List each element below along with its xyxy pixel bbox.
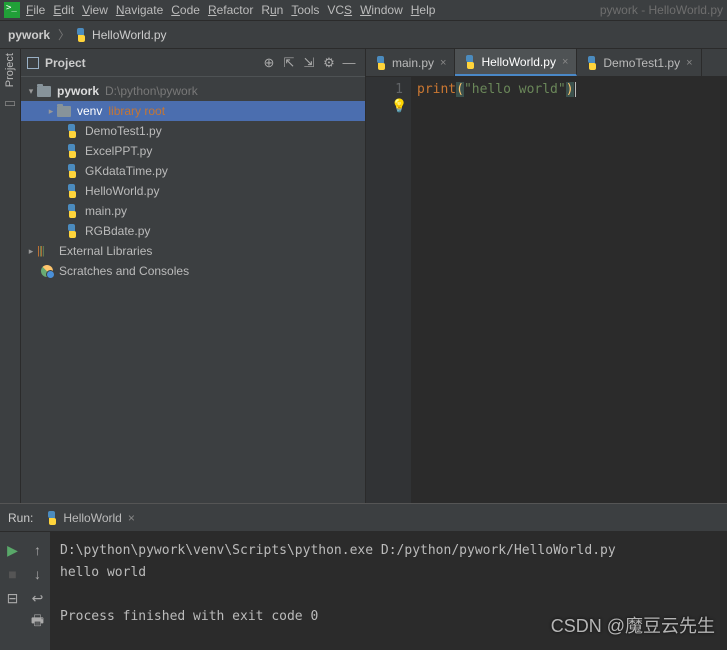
tree-file[interactable]: RGBdate.py xyxy=(21,221,365,241)
tree-venv-label: venv xyxy=(77,104,102,118)
scratches-icon xyxy=(41,265,53,277)
breadcrumb-separator: 〉 xyxy=(58,26,70,43)
run-header: Run: HelloWorld× xyxy=(0,504,727,532)
python-file-icon xyxy=(374,56,388,70)
layout-icon[interactable]: ⊟ xyxy=(7,586,19,610)
tree-root[interactable]: ▾ pywork D:\python\pywork xyxy=(21,81,365,101)
scroll-up-icon[interactable]: ↑ xyxy=(34,538,41,562)
breadcrumb-project[interactable]: pywork xyxy=(8,28,50,42)
code-text[interactable]: print("hello world") 💡 xyxy=(411,77,727,503)
chevron-right-icon[interactable]: ▸ xyxy=(45,106,57,117)
run-label: Run: xyxy=(8,511,33,525)
tab-demotest1[interactable]: DemoTest1.py× xyxy=(577,49,701,76)
close-icon[interactable]: × xyxy=(686,57,692,69)
project-tool-tab[interactable]: Project xyxy=(4,53,16,87)
editor-area: main.py× HelloWorld.py× DemoTest1.py× 1 … xyxy=(366,49,727,503)
close-icon[interactable]: × xyxy=(128,511,135,525)
python-file-icon xyxy=(65,184,79,198)
line-number[interactable]: 1 xyxy=(366,81,403,99)
console-line: D:\python\pywork\venv\Scripts\python.exe… xyxy=(60,540,717,562)
tree-file[interactable]: HelloWorld.py xyxy=(21,181,365,201)
tree-root-path: D:\python\pywork xyxy=(105,84,198,98)
text-caret xyxy=(575,82,576,97)
python-file-icon xyxy=(65,164,79,178)
collapse-all-icon[interactable]: ⇲ xyxy=(299,55,319,71)
tab-main[interactable]: main.py× xyxy=(366,49,455,76)
code-editor[interactable]: 1 print("hello world") 💡 xyxy=(366,77,727,503)
soft-wrap-icon[interactable]: ↩ xyxy=(32,586,44,610)
chevron-down-icon[interactable]: ▾ xyxy=(25,86,37,97)
chevron-right-icon[interactable]: ▸ xyxy=(25,246,37,257)
console-line: hello world xyxy=(60,562,717,584)
breadcrumb-file[interactable]: HelloWorld.py xyxy=(92,28,166,42)
tree-root-label: pywork xyxy=(57,84,99,98)
folder-icon xyxy=(37,86,51,97)
scroll-down-icon[interactable]: ↓ xyxy=(34,562,41,586)
tree-venv-hint: library root xyxy=(108,104,165,118)
run-toolbar: ▶ ■ ⊟ ↑ ↓ ↩ 🖶 xyxy=(0,532,50,650)
python-file-icon xyxy=(463,55,477,69)
tree-external-libs[interactable]: ▸ |||| External Libraries xyxy=(21,241,365,261)
close-icon[interactable]: × xyxy=(562,56,568,68)
menu-view[interactable]: View xyxy=(82,3,108,17)
locate-icon[interactable]: ⊕ xyxy=(259,55,279,71)
python-file-icon xyxy=(65,144,79,158)
menu-vcs[interactable]: VCS xyxy=(327,3,352,17)
expand-all-icon[interactable]: ⇱ xyxy=(279,55,299,71)
project-panel-header: Project ⊕ ⇱ ⇲ ⚙ — xyxy=(21,49,365,77)
window-title: pywork - HelloWorld.py xyxy=(600,3,723,17)
close-icon[interactable]: × xyxy=(440,57,446,69)
menu-tools[interactable]: Tools xyxy=(291,3,319,17)
left-tool-strip: Project ▭ xyxy=(0,49,21,503)
run-config-tab[interactable]: HelloWorld× xyxy=(45,511,134,525)
python-file-icon xyxy=(585,56,599,70)
console-line: Process finished with exit code 0 xyxy=(60,606,717,628)
python-file-icon xyxy=(65,204,79,218)
menu-navigate[interactable]: Navigate xyxy=(116,3,163,17)
python-file-icon xyxy=(45,511,59,525)
python-file-icon xyxy=(74,28,88,42)
menu-refactor[interactable]: Refactor xyxy=(208,3,253,17)
project-panel-title[interactable]: Project xyxy=(45,56,259,70)
tree-file[interactable]: main.py xyxy=(21,201,365,221)
python-file-icon xyxy=(65,224,79,238)
run-tool-window: Run: HelloWorld× ▶ ■ ⊟ ↑ ↓ ↩ 🖶 D:\python… xyxy=(0,503,727,650)
print-icon[interactable]: 🖶 xyxy=(31,610,44,634)
navigation-bar: pywork 〉 HelloWorld.py xyxy=(0,21,727,49)
console-output[interactable]: D:\python\pywork\venv\Scripts\python.exe… xyxy=(50,532,727,650)
console-line xyxy=(60,584,717,606)
python-file-icon xyxy=(65,124,79,138)
gutter: 1 xyxy=(366,77,411,503)
menu-run[interactable]: Run xyxy=(261,3,283,17)
stop-icon[interactable]: ■ xyxy=(8,562,16,586)
project-panel: Project ⊕ ⇱ ⇲ ⚙ — ▾ pywork D:\python\pyw… xyxy=(21,49,366,503)
menu-help[interactable]: Help xyxy=(411,3,436,17)
tree-scratches[interactable]: Scratches and Consoles xyxy=(21,261,365,281)
menu-code[interactable]: Code xyxy=(171,3,200,17)
tree-file[interactable]: DemoTest1.py xyxy=(21,121,365,141)
tab-helloworld[interactable]: HelloWorld.py× xyxy=(455,49,577,76)
menu-window[interactable]: Window xyxy=(360,3,403,17)
lightbulb-icon[interactable]: 💡 xyxy=(391,99,407,114)
rerun-icon[interactable]: ▶ xyxy=(7,538,18,562)
menu-file[interactable]: File xyxy=(26,3,45,17)
folder-icon xyxy=(57,106,71,117)
settings-icon[interactable]: ⚙ xyxy=(319,55,339,71)
project-tree: ▾ pywork D:\python\pywork ▸ venv library… xyxy=(21,77,365,503)
libraries-icon: || xyxy=(39,245,53,257)
tree-file[interactable]: GKdataTime.py xyxy=(21,161,365,181)
app-logo-icon xyxy=(4,2,20,18)
tree-venv[interactable]: ▸ venv library root xyxy=(21,101,365,121)
menu-bar: File Edit View Navigate Code Refactor Ru… xyxy=(0,0,727,21)
tree-file[interactable]: ExcelPPT.py xyxy=(21,141,365,161)
menu-edit[interactable]: Edit xyxy=(53,3,74,17)
hide-icon[interactable]: — xyxy=(339,55,359,70)
editor-tabs: main.py× HelloWorld.py× DemoTest1.py× xyxy=(366,49,727,77)
structure-tool-icon[interactable]: ▭ xyxy=(4,95,16,111)
project-view-icon xyxy=(27,57,39,69)
